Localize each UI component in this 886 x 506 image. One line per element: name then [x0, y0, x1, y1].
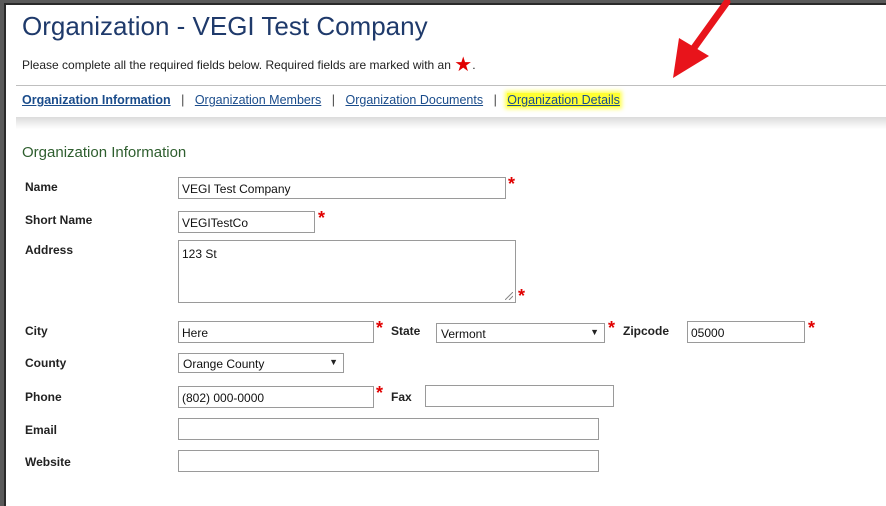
website-label: Website	[25, 455, 71, 469]
email-label: Email	[25, 423, 58, 437]
county-select[interactable]: Orange County ▼	[178, 353, 344, 373]
tab-separator: |	[181, 93, 185, 107]
short-name-label: Short Name	[25, 213, 93, 227]
website-input[interactable]	[178, 450, 599, 472]
state-select[interactable]: Vermont ▼	[436, 323, 605, 343]
tab-organization-information[interactable]: Organization Information	[22, 93, 171, 107]
required-star-icon: *	[808, 318, 816, 338]
required-star-icon: *	[508, 174, 516, 194]
instructions-end: .	[472, 58, 476, 72]
name-input[interactable]: VEGI Test Company	[178, 177, 506, 199]
section-title: Organization Information	[22, 144, 187, 161]
address-textarea[interactable]: 123 St	[178, 240, 516, 303]
tab-organization-members[interactable]: Organization Members	[195, 93, 321, 107]
tab-nav: Organization Information | Organization …	[22, 93, 620, 107]
email-input[interactable]	[178, 418, 599, 440]
phone-label: Phone	[25, 390, 62, 404]
resize-handle-icon[interactable]	[505, 292, 513, 300]
city-label: City	[25, 324, 48, 338]
chevron-down-icon: ▼	[329, 357, 338, 367]
zipcode-label: Zipcode	[623, 324, 670, 338]
instructions-label: Please complete all the required fields …	[22, 58, 451, 72]
phone-input[interactable]: (802) 000-0000	[178, 386, 374, 408]
required-star-icon: *	[608, 318, 616, 338]
city-input[interactable]: Here	[178, 321, 374, 343]
name-label: Name	[25, 180, 58, 194]
fax-input[interactable]	[425, 385, 614, 407]
annotation-arrow-icon	[673, 0, 731, 78]
required-star-icon: *	[376, 318, 384, 338]
instructions-text: Please complete all the required fields …	[22, 55, 476, 75]
tab-organization-details[interactable]: Organization Details	[507, 93, 620, 107]
tab-organization-documents[interactable]: Organization Documents	[346, 93, 484, 107]
zipcode-input[interactable]: 05000	[687, 321, 805, 343]
state-value: Vermont	[441, 327, 486, 341]
chevron-down-icon: ▼	[590, 327, 599, 337]
tab-shadow-divider	[16, 117, 886, 129]
app-window: Organization - VEGI Test Company Please …	[4, 3, 886, 506]
required-star-icon: ★	[454, 54, 473, 76]
address-value: 123 St	[182, 247, 217, 261]
divider	[16, 85, 886, 86]
county-value: Orange County	[183, 357, 265, 371]
county-label: County	[25, 356, 67, 370]
fax-label: Fax	[391, 390, 412, 404]
required-star-icon: *	[518, 286, 526, 306]
tab-separator: |	[331, 93, 336, 107]
page-title: Organization - VEGI Test Company	[22, 11, 428, 41]
tab-separator: |	[493, 93, 497, 107]
required-star-icon: *	[318, 208, 326, 228]
state-label: State	[391, 324, 421, 338]
address-label: Address	[25, 243, 74, 257]
short-name-input[interactable]: VEGITestCo	[178, 211, 315, 233]
required-star-icon: *	[376, 383, 384, 403]
